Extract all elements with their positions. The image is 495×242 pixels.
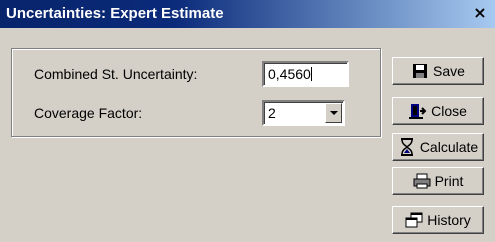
print-button[interactable]: Print	[392, 167, 484, 195]
floppy-disk-icon	[411, 62, 429, 80]
combined-uncertainty-value: 0,4560	[268, 66, 311, 82]
printer-icon	[413, 172, 431, 190]
history-button-label: History	[427, 212, 471, 228]
window-title: Uncertainties: Expert Estimate	[6, 5, 224, 22]
print-button-label: Print	[434, 173, 464, 189]
text-caret	[310, 67, 312, 81]
coverage-factor-select[interactable]: 2	[262, 100, 345, 126]
save-button[interactable]: Save	[392, 57, 484, 85]
close-button-label: Close	[431, 103, 467, 119]
title-bar: Uncertainties: Expert Estimate	[0, 0, 495, 28]
windows-copy-icon	[405, 211, 423, 229]
door-exit-icon	[409, 102, 427, 120]
chevron-down-icon[interactable]	[325, 103, 342, 123]
calculate-button[interactable]: Calculate	[392, 133, 484, 161]
save-button-label: Save	[433, 63, 465, 79]
combined-uncertainty-input[interactable]: 0,4560	[262, 61, 349, 87]
close-button[interactable]: Close	[392, 97, 484, 125]
calculate-button-label: Calculate	[419, 139, 479, 155]
history-button[interactable]: History	[392, 206, 484, 234]
combined-uncertainty-label: Combined St. Uncertainty:	[34, 66, 198, 82]
hourglass-icon	[398, 138, 416, 156]
window-close-button[interactable]: ×	[471, 4, 489, 22]
coverage-factor-label: Coverage Factor:	[34, 105, 143, 121]
coverage-factor-value: 2	[268, 105, 276, 121]
